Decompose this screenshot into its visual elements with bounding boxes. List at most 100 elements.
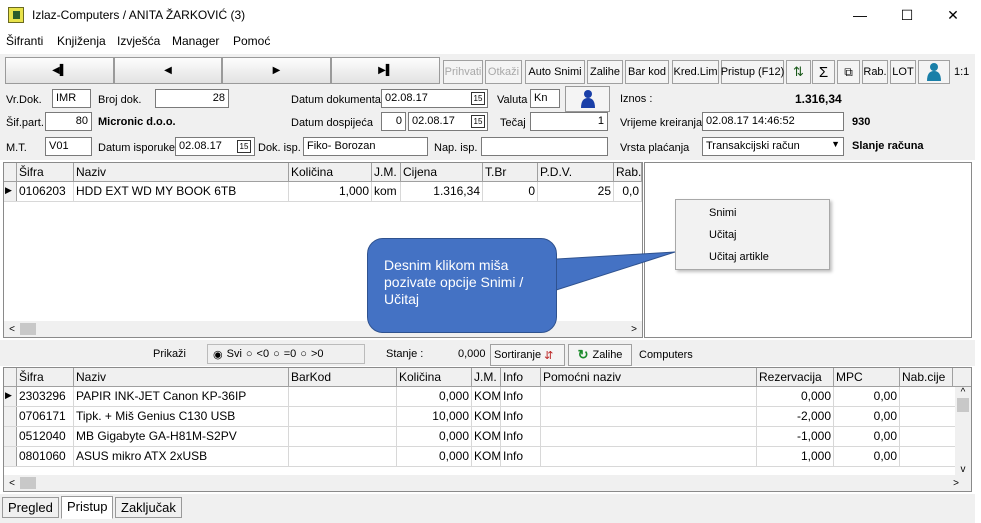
stock-grid[interactable]: Šifra Naziv BarKod Količina J.M. Info Po… — [3, 367, 972, 492]
cell-sifra[interactable]: 2303296 — [17, 387, 74, 406]
cell-sifra[interactable]: 0801060 — [17, 447, 74, 466]
scroll-up-icon[interactable]: ^ — [955, 387, 971, 398]
col-info[interactable]: Info — [501, 368, 541, 386]
col-kolicina[interactable]: Količina — [397, 368, 472, 386]
scroll-left-icon[interactable]: < — [4, 324, 20, 335]
prihvati-button[interactable]: Prihvati — [443, 60, 483, 84]
sif-part-field[interactable]: 80 — [45, 112, 92, 131]
tab-pristup[interactable]: Pristup — [61, 496, 114, 519]
col-mpc[interactable]: MPC — [834, 368, 900, 386]
radio-svi-label[interactable]: Svi — [227, 348, 242, 360]
partner-lookup-icon[interactable] — [565, 86, 610, 112]
network-icon[interactable]: ⧉ — [837, 60, 860, 84]
cell-mpc[interactable]: 0,00 — [834, 387, 900, 406]
cell-rezervacija[interactable]: 0,000 — [757, 387, 834, 406]
nap-isp-field[interactable] — [481, 137, 608, 156]
menu-knjizenja[interactable]: Knjiženja — [57, 34, 106, 48]
table-row[interactable]: ▶ 2303296 PAPIR INK-JET Canon KP-36IP 0,000… — [4, 387, 971, 407]
cell-pomocni-naziv[interactable] — [541, 387, 757, 406]
cell-naziv[interactable]: HDD EXT WD MY BOOK 6TB — [74, 182, 289, 201]
stock-vscrollbar[interactable]: ^ v — [955, 387, 971, 475]
cell-tbr[interactable]: 0 — [483, 182, 538, 201]
col-jm[interactable]: J.M. — [472, 368, 501, 386]
radio-gt0-label[interactable]: >0 — [311, 348, 324, 360]
cell-sifra[interactable]: 0706171 — [17, 407, 74, 426]
dok-isp-field[interactable]: Fiko- Borozan — [303, 137, 428, 156]
cell-rab[interactable]: 0,0 — [614, 182, 642, 201]
cell-mpc[interactable]: 0,00 — [834, 447, 900, 466]
next-record-button[interactable]: ▶ — [222, 57, 331, 84]
radio-lt0-icon[interactable]: ○ — [246, 348, 253, 360]
tab-zakljucak[interactable]: Zaključak — [115, 497, 182, 518]
col-tbr[interactable]: T.Br — [483, 163, 538, 181]
sortiranje-button[interactable]: Sortiranje ⇵ — [490, 344, 565, 366]
scroll-thumb[interactable] — [957, 398, 969, 412]
cell-pdv[interactable]: 25 — [538, 182, 614, 201]
cell-naziv[interactable]: Tipk. + Miš Genius C130 USB — [74, 407, 289, 426]
scroll-down-icon[interactable]: v — [955, 464, 971, 475]
tecaj-field[interactable]: 1 — [530, 112, 608, 131]
col-barkod[interactable]: BarKod — [289, 368, 397, 386]
table-row[interactable]: 0801060 ASUS mikro ATX 2xUSB 0,000 KOM Info… — [4, 447, 971, 467]
table-row[interactable]: ▶ 0106203 HDD EXT WD MY BOOK 6TB 1,000 k… — [4, 182, 642, 202]
col-kolicina[interactable]: Količina — [289, 163, 372, 181]
last-record-button[interactable]: ▶▌ — [331, 57, 440, 84]
radio-svi-icon[interactable]: ◉ — [213, 348, 223, 361]
cell-barkod[interactable] — [289, 427, 397, 446]
cell-kolicina[interactable]: 1,000 — [289, 182, 372, 201]
col-pdv[interactable]: P.D.V. — [538, 163, 614, 181]
cell-pomocni-naziv[interactable] — [541, 447, 757, 466]
minimize-button[interactable]: — — [837, 0, 883, 30]
cell-barkod[interactable] — [289, 387, 397, 406]
cell-jm[interactable]: KOM — [472, 447, 501, 466]
cell-rezervacija[interactable]: 1,000 — [757, 447, 834, 466]
rab-button[interactable]: Rab. — [862, 60, 888, 84]
menu-pomoc[interactable]: Pomoć — [233, 34, 270, 48]
scroll-thumb[interactable] — [20, 477, 36, 489]
zalihe-button[interactable]: Zalihe — [587, 60, 623, 84]
cell-rezervacija[interactable]: -1,000 — [757, 427, 834, 446]
first-record-button[interactable]: ◀▌ — [5, 57, 114, 84]
cell-kolicina[interactable]: 0,000 — [397, 427, 472, 446]
radio-gt0-icon[interactable]: ○ — [300, 348, 307, 360]
vrsta-placanja-select[interactable]: Transakcijski račun ▼ — [702, 137, 844, 156]
col-pomocni-naziv[interactable]: Pomoćni naziv — [541, 368, 757, 386]
radio-lt0-label[interactable]: <0 — [257, 348, 270, 360]
cell-sifra[interactable]: 0106203 — [17, 182, 74, 201]
menu-manager[interactable]: Manager — [172, 34, 219, 48]
col-naziv[interactable]: Naziv — [74, 368, 289, 386]
broj-dok-field[interactable]: 28 — [155, 89, 229, 108]
scroll-right-icon[interactable]: > — [941, 478, 971, 489]
radio-eq0-label[interactable]: =0 — [284, 348, 297, 360]
cell-rezervacija[interactable]: -2,000 — [757, 407, 834, 426]
cell-kolicina[interactable]: 0,000 — [397, 447, 472, 466]
cell-jm[interactable]: KOM — [472, 387, 501, 406]
menu-item-ucitaj[interactable]: Učitaj — [709, 229, 737, 241]
menu-sifranti[interactable]: Šifranti — [6, 34, 43, 48]
pristup-button[interactable]: Pristup (F12) — [721, 60, 784, 84]
menu-item-snimi[interactable]: Snimi — [709, 207, 737, 219]
sum-button[interactable]: Σ — [812, 60, 835, 84]
prev-record-button[interactable]: ◀ — [114, 57, 222, 84]
scroll-thumb[interactable] — [20, 323, 36, 335]
calendar-icon[interactable]: 15 — [471, 92, 485, 105]
user-icon[interactable] — [918, 60, 950, 84]
cell-naziv[interactable]: PAPIR INK-JET Canon KP-36IP — [74, 387, 289, 406]
cell-pomocni-naziv[interactable] — [541, 407, 757, 426]
zalihe-filter-button[interactable]: ↻ Zalihe — [568, 344, 632, 366]
cell-kolicina[interactable]: 0,000 — [397, 387, 472, 406]
stock-hscrollbar[interactable]: < > — [4, 475, 971, 491]
otkazi-button[interactable]: Otkaži — [485, 60, 522, 84]
scroll-left-icon[interactable]: < — [4, 478, 20, 489]
col-sifra[interactable]: Šifra — [17, 163, 74, 181]
table-row[interactable]: 0706171 Tipk. + Miš Genius C130 USB 10,000… — [4, 407, 971, 427]
cell-kolicina[interactable]: 10,000 — [397, 407, 472, 426]
cell-pomocni-naziv[interactable] — [541, 427, 757, 446]
vr-dok-field[interactable]: IMR — [52, 89, 91, 108]
cell-info[interactable]: Info — [501, 447, 541, 466]
valuta-field[interactable]: Kn — [530, 89, 560, 108]
cell-barkod[interactable] — [289, 407, 397, 426]
col-naziv[interactable]: Naziv — [74, 163, 289, 181]
col-rab[interactable]: Rab. — [614, 163, 642, 181]
close-button[interactable]: ✕ — [930, 0, 976, 30]
